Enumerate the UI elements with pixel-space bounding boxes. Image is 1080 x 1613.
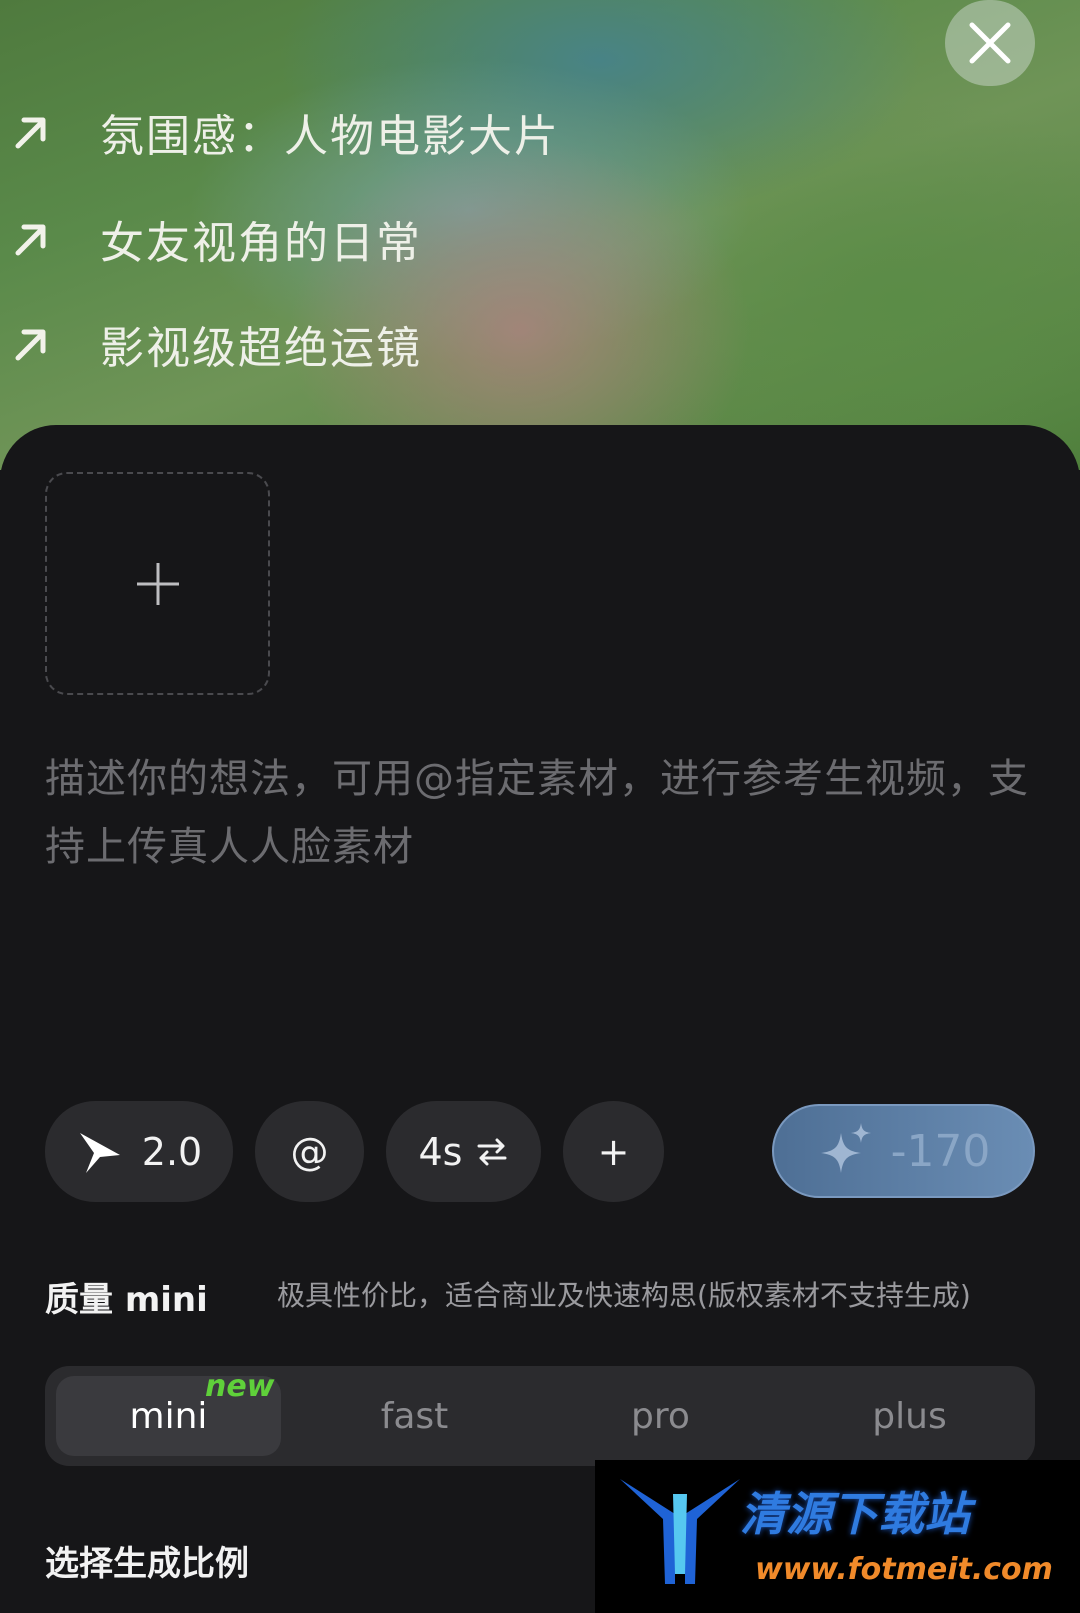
watermark-overlay: 清源下载站 www.fotmeit.com	[595, 1460, 1080, 1613]
quality-option-plus[interactable]: plus	[797, 1376, 1022, 1456]
quality-option-fast[interactable]: fast	[302, 1376, 527, 1456]
suggestion-label: 女友视角的日常	[100, 218, 422, 269]
swap-icon	[477, 1138, 507, 1165]
more-options-label: +	[597, 1129, 630, 1174]
suggestion-label: 影视级超绝运镜	[100, 323, 422, 374]
quality-option-pro[interactable]: pro	[548, 1376, 773, 1456]
watermark-url: www.fotmeit.com	[755, 1552, 1053, 1587]
model-logo-icon	[79, 1132, 120, 1173]
generate-button[interactable]: -170	[772, 1104, 1035, 1198]
model-version-label: 2.0	[141, 1129, 203, 1174]
watermark-title: 清源下载站	[740, 1487, 970, 1541]
suggestion-item[interactable]: 女友视角的日常	[10, 207, 422, 271]
sparkle-icon	[820, 1123, 871, 1173]
mention-label: @	[290, 1129, 329, 1174]
plus-icon	[136, 562, 179, 605]
generate-cost-label: -170	[890, 1125, 991, 1177]
quality-selector: mini fast pro plus	[45, 1366, 1035, 1466]
aspect-ratio-title: 选择生成比例	[45, 1544, 249, 1584]
watermark-logo-icon	[620, 1479, 740, 1584]
duration-button[interactable]: 4s	[386, 1101, 541, 1202]
more-options-button[interactable]: +	[563, 1101, 664, 1202]
arrow-up-right-icon	[15, 224, 46, 256]
arrow-up-right-icon	[15, 117, 46, 149]
upload-material-button[interactable]	[45, 472, 270, 695]
prompt-input[interactable]: 描述你的想法，可用@指定素材，进行参考生视频，支持上传真人人脸素材	[45, 745, 1035, 881]
close-icon	[969, 22, 1011, 64]
quality-title: 质量 mini	[45, 1280, 208, 1320]
close-button[interactable]	[945, 0, 1035, 86]
suggestion-item[interactable]: 影视级超绝运镜	[10, 312, 422, 376]
suggestion-item[interactable]: 氛围感：人物电影大片	[10, 100, 560, 164]
duration-label: 4s	[418, 1129, 463, 1174]
new-badge: new	[205, 1369, 275, 1404]
arrow-up-right-icon	[15, 329, 46, 361]
mention-button[interactable]: @	[255, 1101, 364, 1202]
quality-description: 极具性价比，适合商业及快速构思(版权素材不支持生成)	[277, 1279, 971, 1312]
suggestion-label: 氛围感：人物电影大片	[100, 111, 560, 162]
model-version-button[interactable]: 2.0	[45, 1101, 233, 1202]
